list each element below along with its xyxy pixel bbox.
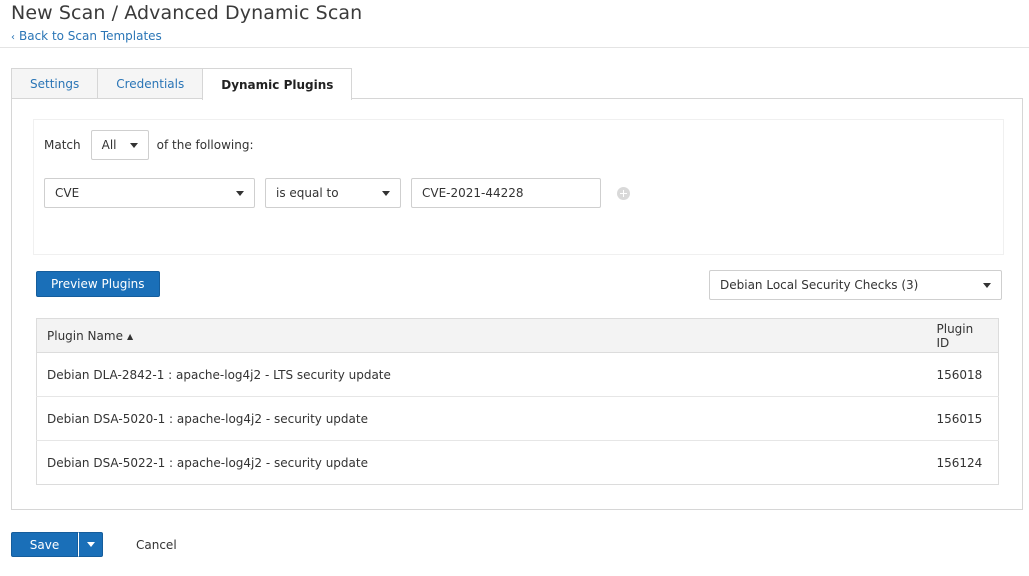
column-plugin-name-label: Plugin Name xyxy=(47,328,123,343)
tab-settings-label: Settings xyxy=(30,77,80,91)
table-row[interactable]: Debian DSA-5022-1 : apache-log4j2 - secu… xyxy=(37,441,999,485)
plugin-id-cell: 156018 xyxy=(926,352,999,397)
save-button[interactable]: Save xyxy=(11,532,78,557)
dynamic-plugins-panel: Match All of the following: CVE is equal… xyxy=(11,98,1023,510)
match-prefix-label: Match xyxy=(44,138,81,152)
caret-down-icon xyxy=(86,542,95,547)
tab-bar: Settings Credentials Dynamic Plugins xyxy=(11,68,353,100)
caret-down-icon xyxy=(983,282,991,288)
match-type-value: All xyxy=(101,138,117,152)
condition-field-value: CVE xyxy=(55,186,80,200)
plugin-name-cell: Debian DSA-5020-1 : apache-log4j2 - secu… xyxy=(36,396,927,441)
caret-down-icon xyxy=(129,142,138,148)
save-options-dropdown[interactable] xyxy=(78,532,103,557)
condition-operator-select[interactable]: is equal to xyxy=(265,178,401,208)
cancel-button[interactable]: Cancel xyxy=(136,537,177,553)
column-plugin-name[interactable]: Plugin Name ▲ xyxy=(36,318,927,353)
tab-dynamic-plugins[interactable]: Dynamic Plugins xyxy=(202,68,353,100)
plugin-family-select[interactable]: Debian Local Security Checks (3) xyxy=(709,270,1002,300)
plugin-name-cell: Debian DLA-2842-1 : apache-log4j2 - LTS … xyxy=(36,352,927,397)
condition-field-select[interactable]: CVE xyxy=(44,178,255,208)
save-button-group: Save xyxy=(11,532,103,557)
plugin-family-value: Debian Local Security Checks (3) xyxy=(720,278,919,292)
plugin-id-cell: 156015 xyxy=(926,396,999,441)
back-link-label: Back to Scan Templates xyxy=(19,29,162,43)
tab-credentials-label: Credentials xyxy=(116,77,185,91)
condition-row: CVE is equal to xyxy=(44,178,630,208)
page-title: New Scan / Advanced Dynamic Scan xyxy=(11,2,363,24)
plugin-name-cell: Debian DSA-5022-1 : apache-log4j2 - secu… xyxy=(47,455,368,470)
back-to-templates-link[interactable]: ‹ Back to Scan Templates xyxy=(11,28,162,46)
condition-value-input[interactable] xyxy=(411,178,601,208)
tab-settings[interactable]: Settings xyxy=(11,68,99,99)
chevron-left-icon: ‹ xyxy=(11,32,15,43)
rule-builder: Match All of the following: CVE is equal… xyxy=(33,119,1004,255)
condition-operator-value: is equal to xyxy=(276,186,339,200)
table-row[interactable]: Debian DLA-2842-1 : apache-log4j2 - LTS … xyxy=(36,352,999,397)
caret-down-icon xyxy=(382,190,390,196)
sort-ascending-icon: ▲ xyxy=(126,331,134,341)
match-suffix-label: of the following: xyxy=(156,138,254,152)
match-row: Match All of the following: xyxy=(44,130,254,160)
tab-dynamic-plugins-label: Dynamic Plugins xyxy=(221,77,334,92)
column-plugin-id[interactable]: Plugin ID xyxy=(926,318,999,353)
preview-plugins-button[interactable]: Preview Plugins xyxy=(36,271,160,297)
plugins-table: Plugin Name ▲ Plugin ID Debian DLA-2842-1… xyxy=(36,318,999,485)
table-row[interactable]: Debian DSA-5020-1 : apache-log4j2 - secu… xyxy=(36,396,999,441)
table-header-row: Plugin Name ▲ Plugin ID xyxy=(36,318,999,353)
match-type-select[interactable]: All xyxy=(90,130,149,160)
header-divider xyxy=(0,47,1029,48)
save-button-label: Save xyxy=(29,537,60,552)
tab-credentials[interactable]: Credentials xyxy=(97,68,204,99)
column-plugin-id-label: Plugin ID xyxy=(936,321,974,350)
preview-plugins-label: Preview Plugins xyxy=(51,277,145,291)
caret-down-icon xyxy=(236,190,244,196)
plus-circle-icon[interactable] xyxy=(617,186,630,200)
plugin-id-cell: 156124 xyxy=(936,455,983,470)
